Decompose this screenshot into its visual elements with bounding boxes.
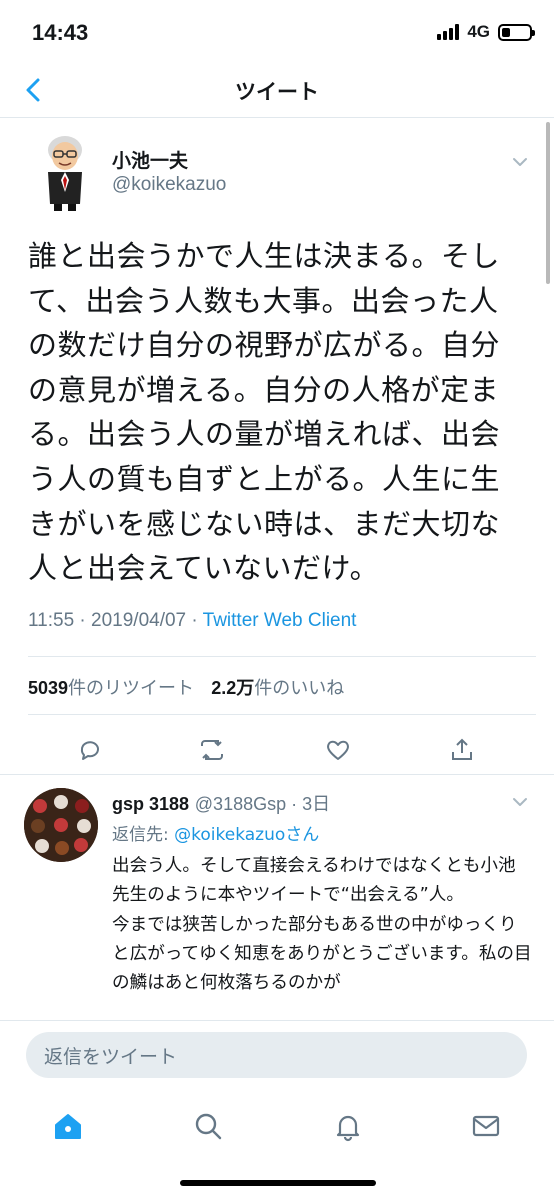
reply-text: 出会う人。そして直接会えるわけではなくとも小池先生のように本やツイートで“出会え…: [112, 856, 532, 994]
reply-to: 返信先: @koikekazuoさん: [112, 820, 319, 845]
divider: [28, 656, 536, 657]
reply-header: gsp 3188 @3188Gsp · 3日: [112, 794, 331, 814]
network-type: 4G: [467, 22, 490, 41]
scrollbar[interactable]: [546, 122, 550, 284]
share-button[interactable]: [440, 728, 484, 772]
tab-notifications[interactable]: [328, 1106, 368, 1146]
tweet-timestamp: 11:55 · 2019/04/07 ·: [28, 610, 203, 631]
reply-menu-button[interactable]: [510, 792, 530, 812]
chevron-down-icon: [513, 798, 527, 806]
reply-author-name[interactable]: gsp 3188: [112, 794, 189, 814]
reply-composer: 返信をツイート: [0, 1020, 554, 1088]
author-name[interactable]: 小池一夫: [112, 146, 188, 173]
tweet-meta: 11:55 · 2019/04/07 · Twitter Web Client: [28, 610, 356, 632]
nav-bar: ツイート: [0, 62, 554, 118]
reply-to-label: 返信先:: [112, 825, 175, 845]
reply-icon: [80, 741, 99, 760]
author-handle[interactable]: @koikekazuo: [112, 174, 226, 196]
share-icon: [452, 738, 472, 760]
like-button[interactable]: [316, 728, 360, 772]
tweet-client-link[interactable]: Twitter Web Client: [203, 610, 357, 631]
retweet-stat[interactable]: 5039件のリツイート: [28, 678, 194, 699]
tweet-stats: 5039件のリツイート 2.2万件のいいね: [28, 674, 344, 700]
reply-button[interactable]: [68, 728, 112, 772]
like-label: 件のいいね: [254, 678, 345, 699]
tab-search[interactable]: [188, 1106, 228, 1146]
tweet-text: 誰と出会うかで人生は決まる。そして、出会う人数も大事。出会った人の数だけ自分の視…: [28, 239, 501, 586]
reply-tweet[interactable]: gsp 3188 @3188Gsp · 3日 返信先: @koikekazuoさ…: [0, 774, 554, 1020]
retweet-button[interactable]: [190, 728, 234, 772]
chevron-down-icon: [513, 158, 527, 166]
retweet-icon: [201, 740, 223, 760]
home-indicator[interactable]: [180, 1180, 376, 1186]
tweet-menu-button[interactable]: [510, 152, 530, 172]
like-count: 2.2万: [211, 678, 255, 698]
page-title: ツイート: [235, 80, 319, 104]
author-avatar[interactable]: [30, 132, 100, 212]
status-indicators: 4G: [437, 22, 535, 42]
reply-time: 3日: [302, 794, 331, 814]
divider: [28, 714, 536, 715]
tab-home[interactable]: [48, 1106, 88, 1146]
reply-input[interactable]: 返信をツイート: [26, 1032, 527, 1078]
reply-to-handle[interactable]: @koikekazuoさん: [174, 825, 319, 845]
signal-icon: [437, 24, 460, 40]
tweet-actions: [0, 728, 554, 772]
status-time: 14:43: [32, 20, 89, 45]
like-stat[interactable]: 2.2万件のいいね: [211, 678, 344, 699]
home-icon: [55, 1114, 81, 1139]
battery-icon: [498, 23, 535, 41]
tab-messages[interactable]: [466, 1106, 506, 1146]
tab-bar: [0, 1088, 554, 1200]
reply-avatar[interactable]: [24, 788, 98, 862]
retweet-count: 5039: [28, 678, 69, 698]
retweet-label: 件のリツイート: [68, 678, 195, 699]
bell-icon: [336, 1115, 360, 1142]
search-icon: [195, 1113, 222, 1140]
heart-icon: [327, 740, 349, 760]
reply-author-handle[interactable]: @3188Gsp: [195, 794, 286, 814]
mail-icon: [472, 1115, 500, 1137]
status-bar: 14:43 4G: [0, 0, 554, 62]
